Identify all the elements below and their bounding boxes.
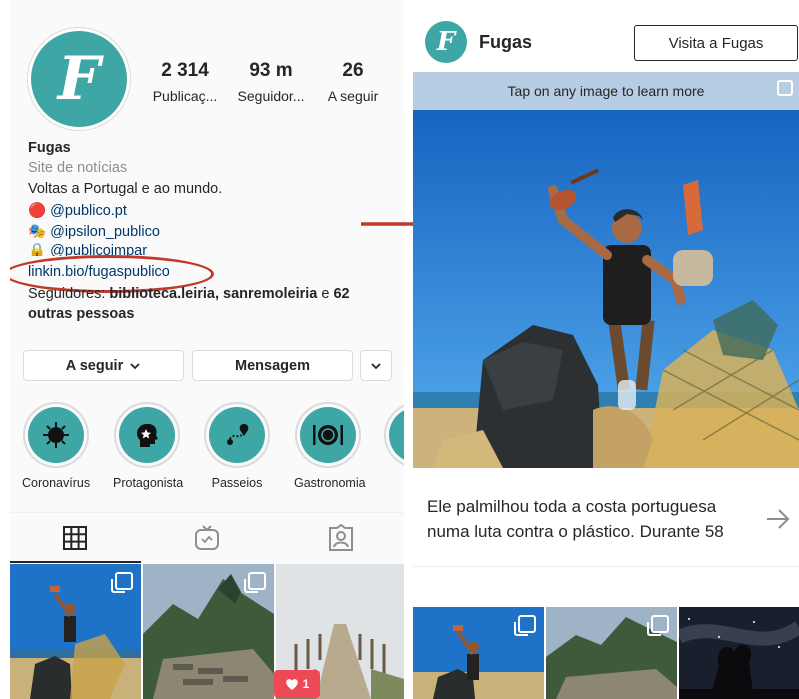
highlight-label: Gastronomia bbox=[294, 476, 366, 490]
post-image-night-sky bbox=[679, 607, 799, 699]
post-caption[interactable]: Ele palmilhou toda a costa portuguesa nu… bbox=[427, 494, 757, 544]
highlight-ring bbox=[204, 402, 270, 468]
highlight-cover bbox=[389, 407, 404, 463]
tab-tagged[interactable] bbox=[326, 523, 356, 553]
followers-names: biblioteca.leiria, sanremoleiria bbox=[109, 286, 318, 302]
highlight-ring bbox=[384, 402, 404, 468]
stat-followers-value: 93 m bbox=[249, 60, 293, 81]
profile-avatar[interactable]: F bbox=[28, 28, 130, 130]
chevron-down-icon bbox=[371, 362, 381, 369]
highlight-label: Protagonista bbox=[113, 476, 184, 490]
highlight-label: Passeios bbox=[211, 476, 263, 490]
post-thumbnail[interactable] bbox=[10, 564, 141, 699]
multiple-images-icon bbox=[647, 615, 669, 636]
followers-count: 62 bbox=[333, 286, 350, 302]
post-thumbnail[interactable] bbox=[679, 607, 799, 699]
highlight-label: Coronavírus bbox=[22, 476, 91, 490]
route-icon bbox=[227, 424, 249, 445]
tab-igtv[interactable] bbox=[192, 523, 222, 553]
link-page-avatar[interactable]: F bbox=[425, 21, 467, 63]
chevron-down-icon bbox=[130, 362, 140, 369]
tap-hint-bar: Tap on any image to learn more bbox=[413, 72, 799, 110]
highlight-cover bbox=[209, 407, 265, 463]
highlight-cover bbox=[28, 407, 84, 463]
featured-image-beach-cleanup bbox=[413, 110, 799, 468]
link-page-panel: F Fugas Visita a Fugas Tap on any image … bbox=[413, 0, 799, 699]
highlight-passeios[interactable]: Passeios bbox=[203, 402, 271, 490]
suggested-dropdown-button[interactable] bbox=[360, 350, 392, 381]
virus-icon bbox=[43, 422, 69, 448]
avatar-logo-letter: F bbox=[436, 27, 456, 57]
mention-ipsilon-link[interactable]: @ipsilon_publico bbox=[50, 224, 160, 240]
message-button-label: Mensagem bbox=[235, 357, 310, 374]
stat-followers[interactable]: 93 m Seguidor... bbox=[228, 60, 314, 104]
stat-posts[interactable]: 2 314 Publicaç... bbox=[142, 60, 228, 104]
heart-icon bbox=[285, 678, 298, 690]
visit-profile-label: Visita a Fugas bbox=[668, 34, 764, 52]
message-button[interactable]: Mensagem bbox=[192, 350, 353, 381]
bio-mention-row-3: 🔒 @publicoimpar bbox=[28, 242, 147, 256]
highlight-gastronomia[interactable]: Gastronomia bbox=[294, 402, 366, 490]
bio-mention-row-1: 🔴 @publico.pt bbox=[28, 202, 127, 219]
bio-mention-row-2: 🎭 @ipsilon_publico bbox=[28, 223, 160, 240]
tap-hint-text: Tap on any image to learn more bbox=[507, 83, 705, 99]
highlight-coronavirus[interactable]: Coronavírus bbox=[22, 402, 90, 490]
stat-following[interactable]: 26 A seguir bbox=[310, 60, 396, 104]
avatar-logo-letter: F bbox=[57, 44, 101, 114]
following-button[interactable]: A seguir bbox=[23, 350, 184, 381]
stat-following-label: A seguir bbox=[327, 88, 379, 104]
red-circle-emoji-icon: 🔴 bbox=[28, 203, 47, 219]
divider bbox=[413, 566, 799, 567]
visit-profile-button[interactable]: Visita a Fugas bbox=[634, 25, 798, 61]
highlight-ring bbox=[114, 402, 180, 468]
head-star-icon bbox=[137, 423, 158, 447]
stat-posts-value: 2 314 bbox=[161, 60, 209, 81]
followers-prefix: Seguidores: bbox=[28, 286, 110, 302]
profile-category: Site de notícias bbox=[28, 160, 128, 176]
likes-count: 1 bbox=[302, 677, 310, 691]
highlight-ring bbox=[23, 402, 89, 468]
multiple-images-icon bbox=[514, 615, 536, 636]
highlight-partial[interactable]: V bbox=[384, 402, 404, 490]
multiple-images-icon bbox=[111, 572, 133, 593]
post-thumbnail[interactable] bbox=[143, 564, 274, 699]
profile-tabs bbox=[10, 512, 404, 563]
grid-icon bbox=[63, 526, 87, 550]
followers-and: e bbox=[317, 286, 334, 302]
followers-others[interactable]: outras pessoas bbox=[28, 306, 134, 322]
post-thumbnail[interactable] bbox=[413, 607, 544, 699]
following-button-label: A seguir bbox=[65, 357, 124, 374]
mention-publico-link[interactable]: @publico.pt bbox=[50, 203, 127, 219]
highlight-ring bbox=[295, 402, 361, 468]
mention-impar-link[interactable]: @publicoimpar bbox=[50, 243, 147, 256]
stat-following-value: 26 bbox=[342, 60, 364, 81]
highlight-protagonista[interactable]: Protagonista bbox=[113, 402, 184, 490]
profile-panel: F 2 314 Publicaç... 93 m Seguidor... 26 … bbox=[10, 0, 404, 699]
profile-name: Fugas bbox=[28, 140, 71, 156]
highlight-cover bbox=[300, 407, 356, 463]
plate-icon bbox=[313, 425, 343, 445]
highlight-cover bbox=[119, 407, 175, 463]
multiple-images-icon bbox=[777, 80, 793, 96]
theater-masks-emoji-icon: 🎭 bbox=[28, 224, 47, 240]
likes-notification-badge[interactable]: 1 bbox=[274, 670, 320, 698]
link-page-title: Fugas bbox=[479, 32, 533, 52]
lock-emoji-icon: 🔒 bbox=[28, 243, 47, 256]
featured-post-image[interactable] bbox=[413, 110, 799, 468]
post-thumbnail[interactable] bbox=[546, 607, 677, 699]
stat-posts-label: Publicaç... bbox=[152, 88, 218, 104]
tab-grid[interactable] bbox=[60, 523, 90, 553]
arrow-right-icon[interactable] bbox=[765, 508, 791, 530]
stat-followers-label: Seguidor... bbox=[237, 88, 305, 104]
followers-info-row[interactable]: Seguidores: biblioteca.leiria, sanremole… bbox=[28, 286, 350, 302]
bio-text: Voltas a Portugal e ao mundo. bbox=[28, 181, 223, 197]
tagged-person-icon bbox=[329, 524, 353, 551]
igtv-icon bbox=[195, 525, 219, 550]
active-tab-indicator bbox=[10, 561, 141, 563]
multiple-images-icon bbox=[244, 572, 266, 593]
